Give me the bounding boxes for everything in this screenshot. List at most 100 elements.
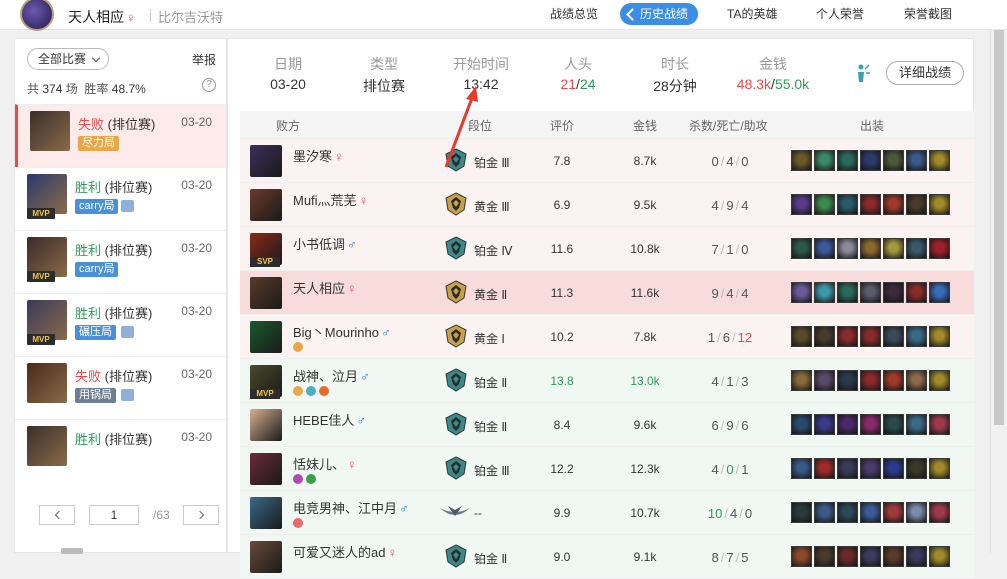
- item-icon[interactable]: [860, 326, 881, 347]
- tab-overview[interactable]: 战绩总览: [550, 0, 598, 28]
- item-icon[interactable]: [791, 458, 812, 479]
- item-icon[interactable]: [791, 282, 812, 303]
- next-page-button[interactable]: [183, 505, 219, 525]
- item-icon[interactable]: [837, 282, 858, 303]
- player-name[interactable]: 小书低调 ♂: [293, 234, 357, 253]
- prev-page-button[interactable]: [39, 505, 75, 525]
- item-icon[interactable]: [791, 502, 812, 523]
- item-icon[interactable]: [883, 370, 904, 391]
- player-name[interactable]: HEBE佳人 ♂: [293, 410, 366, 429]
- item-icon[interactable]: [814, 502, 835, 523]
- player-name[interactable]: Big丶Mourinho ♂: [293, 322, 391, 341]
- item-icon[interactable]: [791, 370, 812, 391]
- item-icon[interactable]: [906, 150, 927, 171]
- report-link[interactable]: 举报: [192, 51, 216, 68]
- item-icon[interactable]: [883, 238, 904, 259]
- item-icon[interactable]: [860, 194, 881, 215]
- item-icon[interactable]: [883, 458, 904, 479]
- item-icon[interactable]: [837, 546, 858, 567]
- player-name[interactable]: 墨汐寒 ♀: [293, 146, 344, 165]
- item-icon[interactable]: [814, 150, 835, 171]
- item-icon[interactable]: [791, 238, 812, 259]
- item-icon[interactable]: [929, 194, 950, 215]
- profile-avatar[interactable]: [20, 0, 54, 31]
- item-icon[interactable]: [860, 414, 881, 435]
- detail-stats-button[interactable]: 详细战绩: [886, 61, 964, 85]
- scrollbar[interactable]: [990, 30, 1007, 553]
- item-icon[interactable]: [929, 150, 950, 171]
- game-list-item[interactable]: MVP 胜利 (排位赛) 03-20 碾压局: [15, 293, 226, 356]
- scrollbar-thumb[interactable]: [994, 30, 1004, 425]
- item-icon[interactable]: [814, 194, 835, 215]
- item-icon[interactable]: [814, 370, 835, 391]
- help-icon[interactable]: ?: [202, 78, 216, 92]
- game-list-item[interactable]: 失败 (排位赛) 03-20 用锅局: [15, 356, 226, 419]
- tab-history[interactable]: 历史战绩: [620, 3, 699, 25]
- item-icon[interactable]: [906, 546, 927, 567]
- table-row[interactable]: SVP 小书低调 ♂ 铂金 Ⅳ 11.6 10.8k 7/1/0: [240, 227, 974, 271]
- item-icon[interactable]: [814, 326, 835, 347]
- item-icon[interactable]: [791, 150, 812, 171]
- item-icon[interactable]: [860, 370, 881, 391]
- item-icon[interactable]: [791, 326, 812, 347]
- item-icon[interactable]: [929, 458, 950, 479]
- item-icon[interactable]: [791, 546, 812, 567]
- item-icon[interactable]: [906, 502, 927, 523]
- item-icon[interactable]: [883, 546, 904, 567]
- item-icon[interactable]: [837, 502, 858, 523]
- item-icon[interactable]: [906, 458, 927, 479]
- item-icon[interactable]: [929, 238, 950, 259]
- table-row[interactable]: Mufi灬荒芜 ♀ 黄金 Ⅲ 6.9 9.5k 4/9/4: [240, 183, 974, 227]
- item-icon[interactable]: [860, 150, 881, 171]
- item-icon[interactable]: [814, 458, 835, 479]
- item-icon[interactable]: [883, 502, 904, 523]
- item-icon[interactable]: [791, 194, 812, 215]
- player-name[interactable]: 可爱又迷人的ad ♀: [293, 542, 397, 561]
- item-icon[interactable]: [906, 414, 927, 435]
- item-icon[interactable]: [837, 238, 858, 259]
- item-icon[interactable]: [837, 326, 858, 347]
- game-list-item[interactable]: MVP 胜利 (排位赛) 03-20 carry局: [15, 167, 226, 230]
- item-icon[interactable]: [883, 282, 904, 303]
- item-icon[interactable]: [860, 238, 881, 259]
- table-row[interactable]: 电竞男神、江中月 ♂ -- 9.9 10.7k 10/4/0: [240, 491, 974, 535]
- share-icon[interactable]: [855, 63, 871, 83]
- game-list-item[interactable]: 胜利 (排位赛) 03-20: [15, 419, 226, 482]
- table-row[interactable]: 天人相应 ♀ 黄金 Ⅱ 11.3 11.6k 9/4/4: [240, 271, 974, 315]
- item-icon[interactable]: [837, 150, 858, 171]
- item-icon[interactable]: [929, 502, 950, 523]
- match-filter-dropdown[interactable]: 全部比赛: [27, 48, 109, 70]
- image-icon[interactable]: [121, 389, 134, 401]
- player-name[interactable]: 电竞男神、江中月 ♂: [293, 498, 409, 517]
- table-row[interactable]: 恬妹儿、 ♀ 铂金 Ⅲ 12.2 12.3k 4/0/1: [240, 447, 974, 491]
- item-icon[interactable]: [814, 238, 835, 259]
- item-icon[interactable]: [929, 546, 950, 567]
- item-icon[interactable]: [906, 326, 927, 347]
- item-icon[interactable]: [814, 546, 835, 567]
- item-icon[interactable]: [860, 458, 881, 479]
- item-icon[interactable]: [883, 150, 904, 171]
- player-name[interactable]: 恬妹儿、 ♀: [293, 454, 357, 473]
- item-icon[interactable]: [814, 414, 835, 435]
- item-icon[interactable]: [883, 414, 904, 435]
- item-icon[interactable]: [906, 282, 927, 303]
- item-icon[interactable]: [860, 502, 881, 523]
- item-icon[interactable]: [929, 282, 950, 303]
- item-icon[interactable]: [906, 370, 927, 391]
- item-icon[interactable]: [860, 282, 881, 303]
- image-icon[interactable]: [121, 200, 134, 212]
- tab-screenshots[interactable]: 荣誉截图: [904, 0, 952, 28]
- player-name[interactable]: 天人相应 ♀: [293, 278, 357, 297]
- table-row[interactable]: MVP 战神、泣月 ♂ 铂金 Ⅱ 13.8 13.0k 4/1/3: [240, 359, 974, 403]
- item-icon[interactable]: [906, 238, 927, 259]
- player-name[interactable]: Mufi灬荒芜 ♀: [293, 190, 368, 209]
- table-row[interactable]: 可爱又迷人的ad ♀ 铂金 Ⅱ 9.0 9.1k 8/7/5: [240, 535, 974, 579]
- page-input[interactable]: 1: [89, 505, 139, 525]
- item-icon[interactable]: [929, 414, 950, 435]
- tab-heroes[interactable]: TA的英雄: [727, 0, 777, 28]
- item-icon[interactable]: [860, 546, 881, 567]
- item-icon[interactable]: [837, 194, 858, 215]
- table-row[interactable]: HEBE佳人 ♂ 铂金 Ⅱ 8.4 9.6k 6/9/6: [240, 403, 974, 447]
- tab-honors[interactable]: 个人荣誉: [816, 0, 864, 28]
- image-icon[interactable]: [121, 326, 134, 338]
